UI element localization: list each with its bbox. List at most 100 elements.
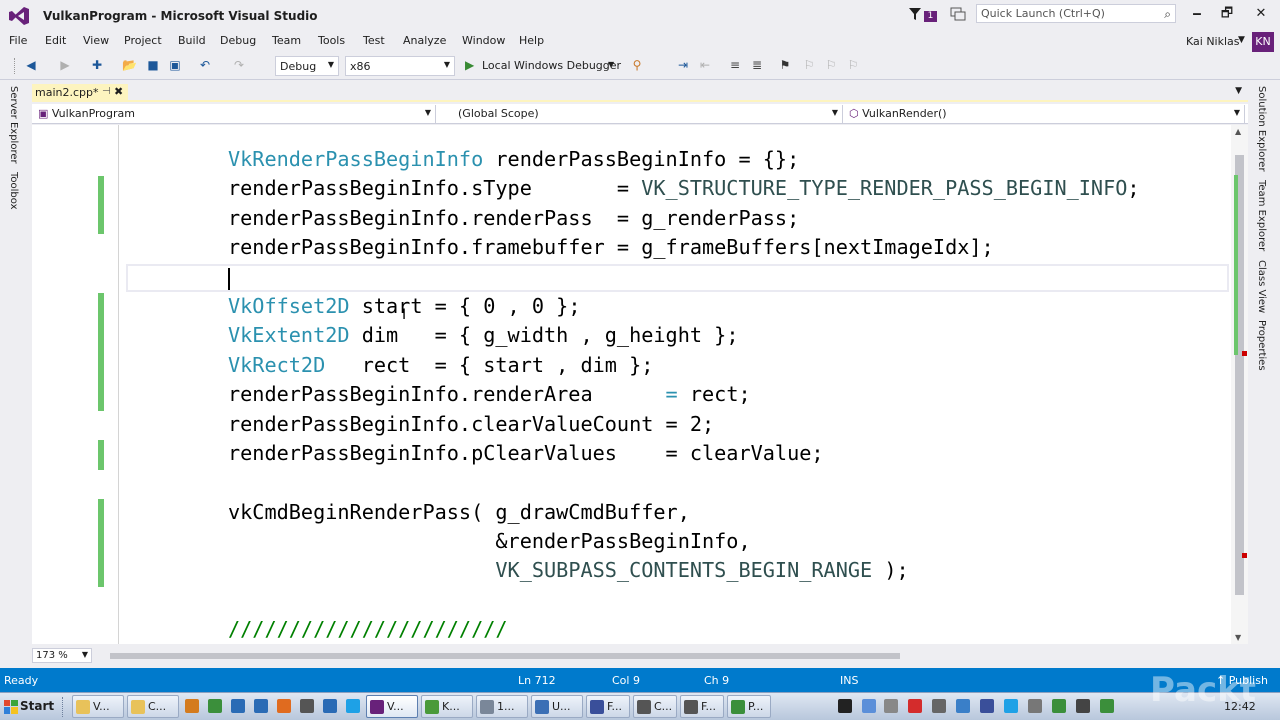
taskbar-button[interactable]: C...: [127, 695, 179, 718]
code-line[interactable]: &renderPassBeginInfo,: [228, 527, 1140, 556]
chevron-down-icon[interactable]: ▼: [608, 60, 614, 69]
tab-team-explorer[interactable]: Team Explorer: [1256, 180, 1267, 251]
open-file-icon[interactable]: 📂: [122, 58, 137, 72]
taskbar-button[interactable]: C...: [633, 695, 677, 718]
taskbar-button[interactable]: F...: [586, 695, 630, 718]
tab-server-explorer[interactable]: Server Explorer: [8, 86, 19, 164]
menu-project[interactable]: Project: [124, 34, 162, 47]
restore-button[interactable]: 🗗: [1212, 4, 1242, 24]
new-project-icon[interactable]: ✚: [90, 58, 104, 72]
menu-window[interactable]: Window: [462, 34, 505, 47]
close-icon[interactable]: ✖: [114, 85, 123, 98]
code-line[interactable]: VK_SUBPASS_CONTENTS_BEGIN_RANGE );: [228, 556, 1140, 585]
feedback-icon[interactable]: [950, 7, 966, 21]
filter-icon[interactable]: [908, 7, 922, 21]
undo-icon[interactable]: ↶: [198, 58, 212, 72]
pin-icon[interactable]: ⊣: [102, 86, 111, 97]
settings-tray-icon[interactable]: [1028, 699, 1042, 713]
code-line[interactable]: renderPassBeginInfo.framebuffer = g_fram…: [228, 233, 1140, 262]
menu-test[interactable]: Test: [363, 34, 385, 47]
menu-analyze[interactable]: Analyze: [403, 34, 446, 47]
prev-bookmark-icon[interactable]: ⚐: [802, 58, 816, 72]
tab-properties[interactable]: Properties: [1256, 320, 1267, 371]
quick-launch-input[interactable]: Quick Launch (Ctrl+Q) ⌕: [976, 4, 1176, 23]
close-button[interactable]: ✕: [1246, 4, 1276, 24]
search-icon[interactable]: ⌕: [1164, 7, 1171, 22]
code-line[interactable]: VkExtent2D dim = { g_width , g_height };: [228, 321, 1140, 350]
menu-edit[interactable]: Edit: [45, 34, 66, 47]
code-line[interactable]: VkRenderPassBeginInfo renderPassBeginInf…: [228, 145, 1140, 174]
taskbar-button[interactable]: [251, 695, 271, 718]
taskbar-button[interactable]: F...: [680, 695, 724, 718]
hex-icon[interactable]: ⇤: [698, 58, 712, 72]
clear-bookmarks-icon[interactable]: ⚐: [846, 58, 860, 72]
taskbar-button[interactable]: [182, 695, 202, 718]
menu-tools[interactable]: Tools: [318, 34, 345, 47]
configuration-select[interactable]: Debug ▼: [275, 56, 339, 76]
debug-tray-icon[interactable]: [884, 699, 898, 713]
browser-tray-icon[interactable]: [1004, 699, 1018, 713]
back-icon[interactable]: ◀: [24, 58, 38, 72]
menu-debug[interactable]: Debug: [220, 34, 256, 47]
tab-class-view[interactable]: Class View: [1256, 260, 1267, 313]
redo-icon[interactable]: ↷: [232, 58, 246, 72]
link-tray-icon[interactable]: [980, 699, 994, 713]
save-all-icon[interactable]: ▣: [168, 58, 182, 72]
tab-solution-explorer[interactable]: Solution Explorer: [1256, 86, 1267, 172]
code-line[interactable]: VkOffset2D start = { 0 , 0 };: [228, 292, 1140, 321]
save-icon[interactable]: ■: [146, 58, 160, 72]
menu-help[interactable]: Help: [519, 34, 544, 47]
chart-tray-icon[interactable]: [1100, 699, 1114, 713]
monitor-tray-icon[interactable]: [1052, 699, 1066, 713]
project-dropdown[interactable]: ▣ VulkanProgram ▼: [34, 105, 436, 123]
code-line[interactable]: renderPassBeginInfo.renderArea = rect;: [228, 380, 1140, 409]
taskbar-button[interactable]: 1...: [476, 695, 528, 718]
next-bookmark-icon[interactable]: ⚐: [824, 58, 838, 72]
avatar[interactable]: KN: [1252, 32, 1274, 52]
image-tray-icon[interactable]: [932, 699, 946, 713]
menu-file[interactable]: File: [9, 34, 27, 47]
menu-build[interactable]: Build: [178, 34, 206, 47]
vs-tray-icon[interactable]: [862, 699, 876, 713]
network-tray-icon[interactable]: [956, 699, 970, 713]
taskbar-button[interactable]: U...: [531, 695, 583, 718]
code-line[interactable]: [228, 586, 1140, 615]
taskbar-button[interactable]: [205, 695, 225, 718]
document-tab[interactable]: main2.cpp* ⊣ ✖: [32, 84, 128, 102]
taskbar-button[interactable]: [297, 695, 317, 718]
taskbar-button[interactable]: V...: [72, 695, 124, 718]
minimize-button[interactable]: 🗕: [1182, 4, 1212, 24]
code-line[interactable]: [228, 468, 1140, 497]
zoom-select[interactable]: 173 % ▼: [32, 648, 92, 663]
user-name[interactable]: Kai Niklas: [1186, 35, 1240, 48]
horizontal-scrollbar[interactable]: [98, 651, 1222, 661]
code-line[interactable]: renderPassBeginInfo.clearValueCount = 2;: [228, 410, 1140, 439]
code-line[interactable]: [228, 263, 1140, 292]
app-tray-icon[interactable]: [1076, 699, 1090, 713]
code-line[interactable]: renderPassBeginInfo.sType = VK_STRUCTURE…: [228, 174, 1140, 203]
taskbar-button[interactable]: V...: [366, 695, 418, 718]
code-line[interactable]: renderPassBeginInfo.pClearValues = clear…: [228, 439, 1140, 468]
toolbar-grip[interactable]: [14, 58, 17, 74]
horizontal-scrollbar-thumb[interactable]: [110, 653, 900, 659]
function-dropdown[interactable]: ⬡ VulkanRender() ▼: [845, 105, 1245, 123]
find-icon[interactable]: ⚲: [630, 58, 644, 72]
code-line[interactable]: ///////////////////////: [228, 615, 1140, 644]
user-dropdown-icon[interactable]: ▼: [1238, 35, 1245, 45]
uncomment-icon[interactable]: ≣: [750, 58, 764, 72]
taskbar-button[interactable]: P...: [727, 695, 771, 718]
scroll-up-icon[interactable]: ▲: [1235, 127, 1241, 136]
bookmark-icon[interactable]: ⚑: [778, 58, 792, 72]
start-button[interactable]: Start: [2, 696, 54, 718]
notification-badge[interactable]: 1: [924, 11, 937, 22]
scope-dropdown[interactable]: (Global Scope) ▼: [438, 105, 843, 123]
taskbar-button[interactable]: [228, 695, 248, 718]
cmd-tray-icon[interactable]: [838, 699, 852, 713]
vertical-scrollbar[interactable]: ▲ ▼: [1231, 125, 1248, 644]
tab-overflow-icon[interactable]: ▼: [1235, 86, 1242, 96]
code-editor[interactable]: VkRenderPassBeginInfo renderPassBeginInf…: [32, 125, 1231, 644]
menu-view[interactable]: View: [83, 34, 109, 47]
tool-tray-icon[interactable]: [908, 699, 922, 713]
taskbar-button[interactable]: K...: [421, 695, 473, 718]
start-debugging-button[interactable]: ▶ Local Windows Debugger ▼: [462, 57, 622, 75]
